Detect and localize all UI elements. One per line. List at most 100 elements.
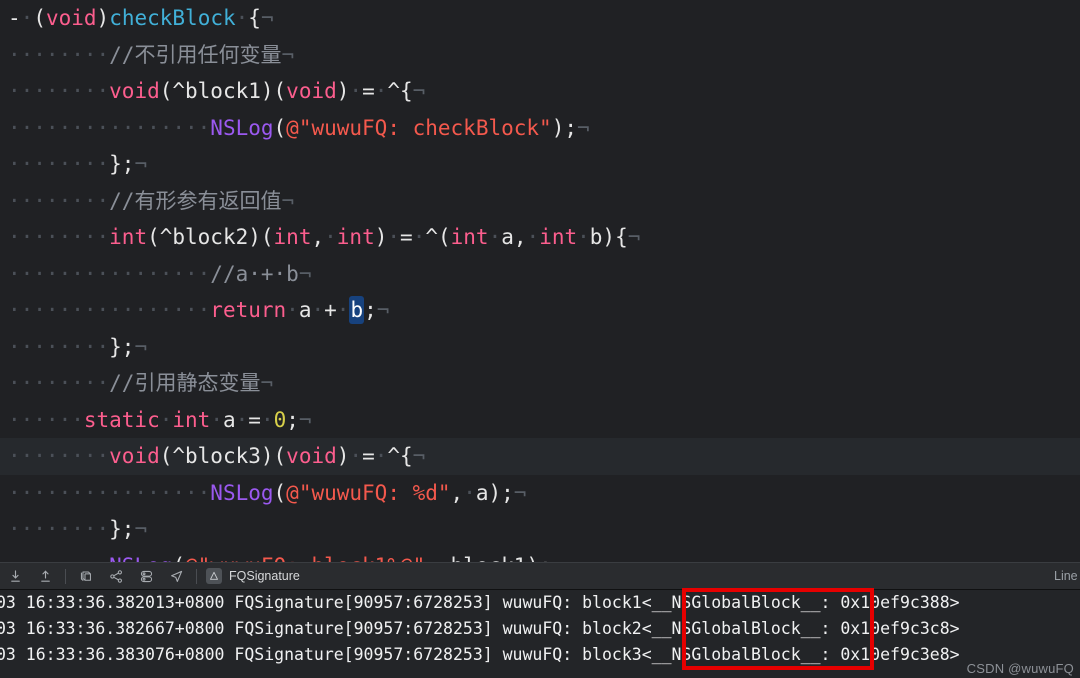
code-token: int	[172, 407, 211, 432]
upload-icon[interactable]	[30, 562, 60, 590]
console-log-line: 03 16:33:36.382667+0800 FQSignature[9095…	[0, 619, 960, 638]
code-token: NSLog	[109, 554, 172, 563]
scheme-target-button[interactable]: FQSignature	[206, 562, 300, 590]
code-line[interactable]: ················NSLog(@"wuwuFQ: checkBlo…	[0, 110, 1080, 147]
code-token: int	[273, 225, 312, 249]
watermark: CSDN @wuwuFQ	[966, 661, 1074, 676]
code-token: @"wuwuFQ: checkBlock"	[286, 115, 552, 140]
code-token: int	[450, 225, 489, 249]
code-token: ·	[412, 225, 426, 249]
code-line[interactable]: ········};¬	[0, 511, 1080, 548]
code-line[interactable]: ········int(^block2)(int,·int)·=·^(int·a…	[0, 219, 1080, 256]
code-token: ·	[235, 407, 249, 432]
code-line[interactable]: ········};¬	[0, 329, 1080, 366]
code-token: ,	[311, 225, 325, 249]
navigate-icon[interactable]	[161, 562, 191, 590]
code-token: ·	[260, 407, 274, 432]
code-token: void	[109, 79, 160, 103]
code-token: ¬	[260, 371, 274, 395]
code-token: ¬	[260, 6, 274, 30]
code-token: ¬	[412, 444, 426, 468]
indent-guide: ········	[8, 371, 110, 395]
code-editor[interactable]: -·(void)checkBlock·{¬ ········//不引用任何变量¬ ·…	[0, 0, 1080, 562]
code-line[interactable]: ········void(^block3)(void)·=·^{¬	[0, 438, 1080, 475]
code-token: //不引用任何变量	[109, 42, 282, 67]
indent-guide: ········	[8, 225, 110, 249]
code-line[interactable]: -·(void)checkBlock·{¬	[0, 0, 1080, 37]
toolbar-separator-2	[196, 568, 197, 584]
code-token: };	[109, 517, 135, 541]
indent-guide: ················	[8, 298, 211, 322]
code-line[interactable]: ················return·a·+·b;¬	[0, 292, 1080, 329]
code-token: ·	[374, 444, 388, 468]
debug-console[interactable]: 03 16:33:36.382013+0800 FQSignature[9095…	[0, 590, 1080, 678]
indent-guide: ······	[8, 407, 84, 432]
cube-icon[interactable]	[71, 562, 101, 590]
code-token: ¬	[298, 261, 312, 286]
code-token: (	[172, 554, 185, 563]
code-token: ¬	[134, 517, 148, 541]
indent-guide: ········	[8, 554, 109, 563]
download-icon[interactable]	[0, 562, 30, 590]
code-line[interactable]: ········//引用静态变量¬	[0, 365, 1080, 402]
code-token: ^{	[387, 79, 413, 103]
code-token: )	[96, 6, 110, 30]
code-token: (	[273, 115, 287, 140]
indent-guide: ········	[8, 79, 110, 103]
code-token: //a·+·b	[210, 261, 299, 286]
code-token: ¬	[134, 334, 148, 359]
code-token: =	[362, 79, 375, 103]
code-token: ·	[463, 480, 476, 505]
share-icon[interactable]	[101, 562, 131, 590]
indent-guide: ················	[8, 261, 211, 286]
code-line[interactable]: ········void(^block1)(void)·=·^{¬	[0, 73, 1080, 110]
code-token: return	[210, 298, 287, 322]
code-token: ·	[387, 225, 401, 249]
code-line[interactable]: ················//a·+·b¬	[0, 256, 1080, 293]
code-token: a);	[475, 480, 514, 505]
code-token: ^{	[387, 444, 413, 468]
code-token: a,	[501, 225, 527, 249]
code-token: ·	[311, 298, 325, 322]
code-token: ^(	[425, 225, 451, 249]
app-triangle-icon	[206, 568, 222, 584]
code-line[interactable]: ········//有形参有返回值¬	[0, 183, 1080, 220]
code-token: void	[109, 444, 160, 468]
code-token: ·	[324, 225, 337, 249]
code-token: );	[551, 115, 577, 140]
code-token: b	[349, 296, 365, 324]
code-token: ;	[286, 407, 299, 432]
code-token: //引用静态变量	[109, 371, 261, 395]
console-log-line: 03 16:33:36.382013+0800 FQSignature[9095…	[0, 593, 960, 612]
code-token: a	[222, 407, 236, 432]
line-filter-label: Line	[1054, 569, 1078, 583]
indent-guide: ········	[8, 152, 110, 176]
code-token: ¬	[134, 152, 148, 176]
code-token: )	[374, 225, 388, 249]
code-token: ·	[235, 6, 249, 30]
code-line[interactable]: ················NSLog(@"wuwuFQ: %d",·a);…	[0, 475, 1080, 512]
code-token: ·	[438, 554, 451, 563]
code-token: ·	[159, 407, 173, 432]
code-token: int	[109, 225, 148, 249]
code-token: ¬	[281, 188, 295, 213]
indent-guide: ········	[8, 517, 110, 541]
code-token: ·	[286, 298, 299, 322]
database-icon[interactable]	[131, 562, 161, 590]
code-token: int	[539, 225, 578, 249]
code-token: ;	[364, 298, 377, 322]
code-token: (^block3)(	[159, 444, 287, 468]
code-token: checkBlock	[109, 6, 236, 30]
code-token: };	[109, 152, 135, 176]
code-line[interactable]: ········//不引用任何变量¬	[0, 37, 1080, 74]
code-line[interactable]: ······static·int·a·=·0;¬	[0, 402, 1080, 439]
code-token: ¬	[298, 407, 312, 432]
indent-guide: ········	[8, 444, 110, 468]
code-token: a	[298, 298, 312, 322]
code-token: +	[324, 298, 337, 322]
code-line[interactable]: ········NSLog(@"wuwuFQ: block1%@",·block…	[0, 548, 1080, 563]
indent-guide: ········	[8, 42, 110, 67]
code-token: ·	[20, 6, 34, 30]
code-token: NSLog	[210, 115, 274, 140]
code-line[interactable]: ········};¬	[0, 146, 1080, 183]
